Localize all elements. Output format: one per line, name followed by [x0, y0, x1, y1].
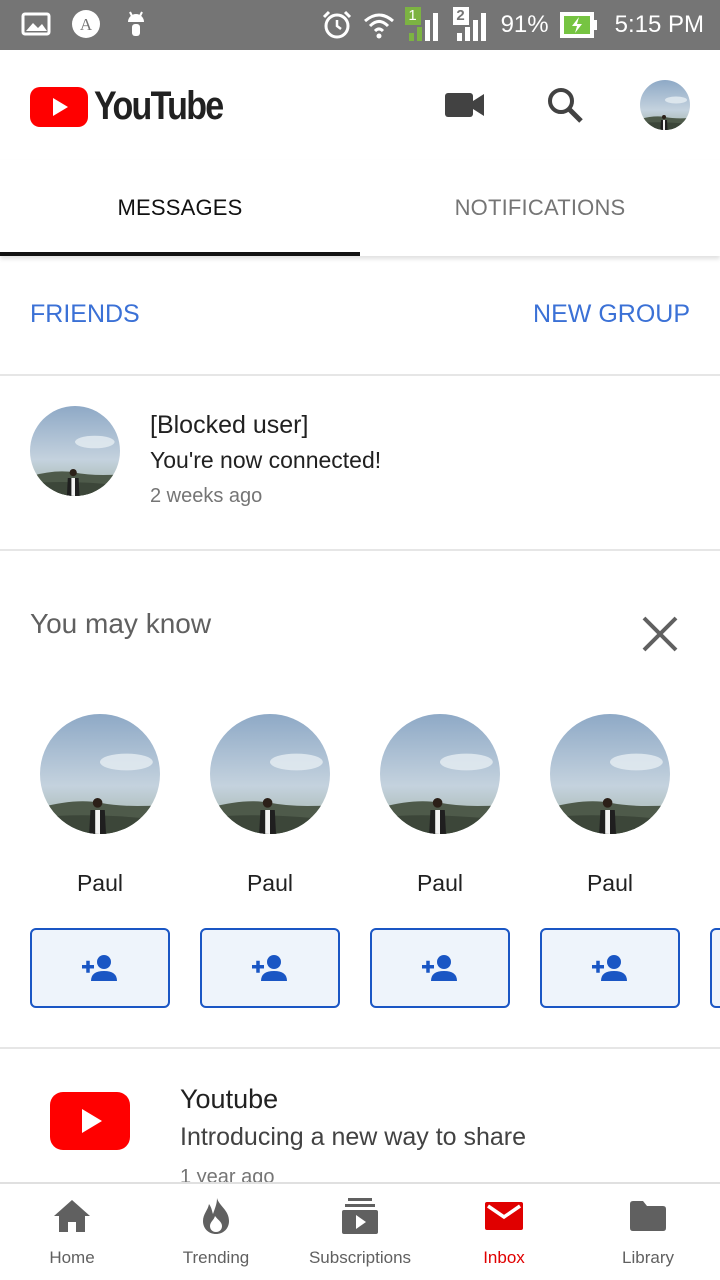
suggested-person: Paul	[370, 714, 510, 1044]
wifi-icon	[363, 13, 394, 39]
search-button[interactable]	[540, 80, 590, 130]
home-icon	[54, 1200, 90, 1232]
nav-inbox-label: Inbox	[483, 1248, 525, 1267]
add-person-icon	[422, 955, 457, 981]
add-friend-button[interactable]	[200, 928, 340, 1008]
nav-trending-label: Trending	[182, 1248, 250, 1267]
youtube-logo[interactable]: YouTube	[30, 84, 245, 129]
inbox-tabs: MESSAGES NOTIFICATIONS	[0, 160, 720, 256]
message-time: 2 weeks ago	[150, 485, 263, 507]
suggested-person: Paul	[30, 714, 170, 1044]
alarm-icon	[322, 10, 351, 39]
folder-icon	[630, 1201, 666, 1231]
message-item[interactable]: [Blocked user] You're now connected! 2 w…	[0, 377, 720, 551]
you-may-know-title: You may know	[30, 608, 212, 639]
bottom-navigation: Home Trending Subscriptions Inbox Librar…	[0, 1182, 720, 1280]
person-name: Paul	[586, 870, 634, 896]
flame-icon	[203, 1198, 229, 1234]
add-person-icon	[82, 955, 117, 981]
youtube-message-item[interactable]: Youtube Introducing a new way to share 1…	[0, 1050, 720, 1182]
nav-home[interactable]: Home	[0, 1184, 144, 1280]
add-friend-button[interactable]	[540, 928, 680, 1008]
nav-library[interactable]: Library	[576, 1184, 720, 1280]
nav-subscriptions-label: Subscriptions	[308, 1248, 412, 1267]
message-sender: [Blocked user]	[150, 411, 309, 439]
youtube-play-logo-icon	[30, 86, 88, 127]
sim2-signal-icon: 2	[452, 7, 491, 43]
subscriptions-icon	[342, 1198, 378, 1234]
tab-messages[interactable]: MESSAGES	[0, 160, 360, 256]
message-preview: You're now connected!	[150, 447, 382, 473]
battery-charging-icon	[559, 12, 597, 38]
nav-inbox[interactable]: Inbox	[432, 1184, 576, 1280]
add-friend-button[interactable]	[370, 928, 510, 1008]
close-icon[interactable]	[636, 610, 684, 658]
nav-trending[interactable]: Trending	[144, 1184, 288, 1280]
nav-home-label: Home	[49, 1248, 95, 1267]
nav-subscriptions[interactable]: Subscriptions	[288, 1184, 432, 1280]
friends-row: FRIENDS NEW GROUP	[0, 256, 720, 376]
nav-library-label: Library	[622, 1248, 674, 1267]
new-group-link[interactable]: NEW GROUP	[533, 300, 690, 329]
person-name: Paul	[416, 870, 464, 896]
suggested-person: Paul	[540, 714, 680, 1044]
add-friend-button-partial[interactable]	[710, 928, 720, 1008]
upload-button[interactable]	[440, 80, 490, 130]
youtube-logo-icon	[50, 1092, 130, 1150]
account-avatar[interactable]	[640, 80, 690, 130]
avatar[interactable]	[210, 714, 330, 834]
sim1-signal-icon: 1	[404, 7, 443, 43]
tab-messages-label: MESSAGES	[117, 195, 243, 220]
svg-text:A: A	[80, 15, 93, 34]
a-badge-icon: A	[72, 10, 100, 38]
avatar	[30, 406, 120, 496]
status-bar: A 1 2 91% 5:15 PM	[0, 0, 720, 50]
search-icon	[548, 88, 583, 123]
add-person-icon	[592, 955, 627, 981]
person-name: Paul	[76, 870, 124, 896]
message-preview: Introducing a new way to share	[180, 1123, 527, 1151]
avatar[interactable]	[40, 714, 160, 834]
battery-percent: 91%	[500, 11, 549, 38]
android-icon	[128, 11, 144, 36]
add-person-icon	[252, 955, 287, 981]
logo-text: YouTube	[94, 84, 224, 128]
gallery-icon	[21, 12, 51, 36]
tab-notifications[interactable]: NOTIFICATIONS	[360, 160, 720, 256]
clock: 5:15 PM	[614, 11, 704, 38]
mail-icon	[485, 1202, 523, 1230]
message-sender: Youtube	[180, 1084, 279, 1114]
friends-link[interactable]: FRIENDS	[30, 300, 140, 329]
avatar[interactable]	[550, 714, 670, 834]
message-time: 1 year ago	[180, 1166, 275, 1182]
add-friend-button[interactable]	[30, 928, 170, 1008]
tab-notifications-label: NOTIFICATIONS	[454, 195, 626, 220]
suggested-person: Paul	[200, 714, 340, 1044]
app-bar: YouTube	[0, 50, 720, 160]
person-name: Paul	[246, 870, 294, 896]
you-may-know-section: You may know Paul Paul Paul Paul	[0, 552, 720, 1049]
avatar[interactable]	[380, 714, 500, 834]
video-camera-icon	[445, 93, 484, 117]
